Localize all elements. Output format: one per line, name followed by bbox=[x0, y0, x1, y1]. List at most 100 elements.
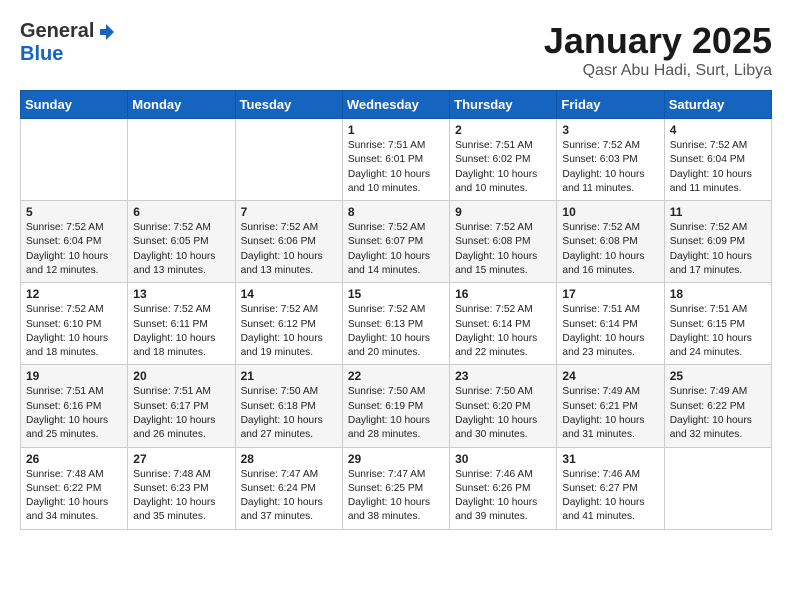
calendar-cell: 31 Sunrise: 7:46 AM Sunset: 6:27 PM Dayli… bbox=[557, 447, 664, 529]
day-info: Sunrise: 7:51 AM Sunset: 6:15 PM Dayligh… bbox=[670, 303, 766, 360]
calendar-cell: 20 Sunrise: 7:51 AM Sunset: 6:17 PM Dayli… bbox=[128, 365, 235, 447]
day-number: 7 bbox=[241, 205, 337, 219]
col-header-friday: Friday bbox=[557, 91, 664, 119]
day-info: Sunrise: 7:52 AM Sunset: 6:03 PM Dayligh… bbox=[562, 139, 658, 196]
col-header-wednesday: Wednesday bbox=[342, 91, 449, 119]
calendar-cell: 17 Sunrise: 7:51 AM Sunset: 6:14 PM Dayli… bbox=[557, 283, 664, 365]
calendar-cell: 9Sunrise: 7:52 AM Sunset: 6:08 PM Daylig… bbox=[450, 201, 557, 283]
day-info: Sunrise: 7:48 AM Sunset: 6:23 PM Dayligh… bbox=[133, 468, 229, 525]
day-info: Sunrise: 7:52 AM Sunset: 6:06 PM Dayligh… bbox=[241, 221, 337, 278]
day-info: Sunrise: 7:52 AM Sunset: 6:13 PM Dayligh… bbox=[348, 303, 444, 360]
day-number: 12 bbox=[26, 287, 122, 301]
day-info: Sunrise: 7:46 AM Sunset: 6:27 PM Dayligh… bbox=[562, 468, 658, 525]
day-info: Sunrise: 7:51 AM Sunset: 6:14 PM Dayligh… bbox=[562, 303, 658, 360]
day-info: Sunrise: 7:50 AM Sunset: 6:19 PM Dayligh… bbox=[348, 385, 444, 442]
location-subtitle: Qasr Abu Hadi, Surt, Libya bbox=[544, 62, 772, 80]
day-info: Sunrise: 7:52 AM Sunset: 6:07 PM Dayligh… bbox=[348, 221, 444, 278]
day-number: 13 bbox=[133, 287, 229, 301]
col-header-saturday: Saturday bbox=[664, 91, 771, 119]
calendar-week-1: 1 Sunrise: 7:51 AM Sunset: 6:01 PM Daylig… bbox=[21, 119, 772, 201]
day-number: 11 bbox=[670, 205, 766, 219]
day-number: 17 bbox=[562, 287, 658, 301]
day-number: 31 bbox=[562, 452, 658, 466]
day-number: 5 bbox=[26, 205, 122, 219]
day-info: Sunrise: 7:52 AM Sunset: 6:09 PM Dayligh… bbox=[670, 221, 766, 278]
calendar-week-5: 26Sunrise: 7:48 AM Sunset: 6:22 PM Dayli… bbox=[21, 447, 772, 529]
calendar-cell: 24 Sunrise: 7:49 AM Sunset: 6:21 PM Dayli… bbox=[557, 365, 664, 447]
calendar-cell: 28Sunrise: 7:47 AM Sunset: 6:24 PM Dayli… bbox=[235, 447, 342, 529]
day-number: 3 bbox=[562, 123, 658, 137]
day-info: Sunrise: 7:52 AM Sunset: 6:08 PM Dayligh… bbox=[562, 221, 658, 278]
calendar-cell: 1 Sunrise: 7:51 AM Sunset: 6:01 PM Daylig… bbox=[342, 119, 449, 201]
day-number: 25 bbox=[670, 369, 766, 383]
day-info: Sunrise: 7:49 AM Sunset: 6:22 PM Dayligh… bbox=[670, 385, 766, 442]
calendar-cell: 2Sunrise: 7:51 AM Sunset: 6:02 PM Daylig… bbox=[450, 119, 557, 201]
day-number: 10 bbox=[562, 205, 658, 219]
day-info: Sunrise: 7:51 AM Sunset: 6:16 PM Dayligh… bbox=[26, 385, 122, 442]
day-number: 22 bbox=[348, 369, 444, 383]
day-info: Sunrise: 7:52 AM Sunset: 6:04 PM Dayligh… bbox=[670, 139, 766, 196]
day-info: Sunrise: 7:49 AM Sunset: 6:21 PM Dayligh… bbox=[562, 385, 658, 442]
day-number: 1 bbox=[348, 123, 444, 137]
calendar-cell: 22 Sunrise: 7:50 AM Sunset: 6:19 PM Dayli… bbox=[342, 365, 449, 447]
calendar-cell: 16Sunrise: 7:52 AM Sunset: 6:14 PM Dayli… bbox=[450, 283, 557, 365]
calendar-cell: 21Sunrise: 7:50 AM Sunset: 6:18 PM Dayli… bbox=[235, 365, 342, 447]
day-info: Sunrise: 7:51 AM Sunset: 6:17 PM Dayligh… bbox=[133, 385, 229, 442]
day-info: Sunrise: 7:52 AM Sunset: 6:11 PM Dayligh… bbox=[133, 303, 229, 360]
col-header-thursday: Thursday bbox=[450, 91, 557, 119]
day-number: 6 bbox=[133, 205, 229, 219]
logo-icon bbox=[96, 22, 116, 42]
day-number: 9 bbox=[455, 205, 551, 219]
calendar-cell: 3 Sunrise: 7:52 AM Sunset: 6:03 PM Daylig… bbox=[557, 119, 664, 201]
day-number: 4 bbox=[670, 123, 766, 137]
calendar-cell: 11 Sunrise: 7:52 AM Sunset: 6:09 PM Dayli… bbox=[664, 201, 771, 283]
calendar-table: SundayMondayTuesdayWednesdayThursdayFrid… bbox=[20, 90, 772, 530]
calendar-cell: 29 Sunrise: 7:47 AM Sunset: 6:25 PM Dayli… bbox=[342, 447, 449, 529]
calendar-week-2: 5Sunrise: 7:52 AM Sunset: 6:04 PM Daylig… bbox=[21, 201, 772, 283]
day-number: 20 bbox=[133, 369, 229, 383]
day-number: 23 bbox=[455, 369, 551, 383]
calendar-cell: 5Sunrise: 7:52 AM Sunset: 6:04 PM Daylig… bbox=[21, 201, 128, 283]
day-info: Sunrise: 7:51 AM Sunset: 6:01 PM Dayligh… bbox=[348, 139, 444, 196]
calendar-week-3: 12 Sunrise: 7:52 AM Sunset: 6:10 PM Dayli… bbox=[21, 283, 772, 365]
day-number: 29 bbox=[348, 452, 444, 466]
calendar-cell: 30 Sunrise: 7:46 AM Sunset: 6:26 PM Dayli… bbox=[450, 447, 557, 529]
calendar-cell: 12 Sunrise: 7:52 AM Sunset: 6:10 PM Dayli… bbox=[21, 283, 128, 365]
calendar-cell bbox=[235, 119, 342, 201]
day-info: Sunrise: 7:52 AM Sunset: 6:14 PM Dayligh… bbox=[455, 303, 551, 360]
calendar-cell: 19 Sunrise: 7:51 AM Sunset: 6:16 PM Dayli… bbox=[21, 365, 128, 447]
day-info: Sunrise: 7:52 AM Sunset: 6:10 PM Dayligh… bbox=[26, 303, 122, 360]
calendar-cell: 13 Sunrise: 7:52 AM Sunset: 6:11 PM Dayli… bbox=[128, 283, 235, 365]
day-number: 27 bbox=[133, 452, 229, 466]
calendar-cell: 14Sunrise: 7:52 AM Sunset: 6:12 PM Dayli… bbox=[235, 283, 342, 365]
page-header: General Blue January 2025 Qasr Abu Hadi,… bbox=[20, 20, 772, 80]
calendar-cell: 4 Sunrise: 7:52 AM Sunset: 6:04 PM Daylig… bbox=[664, 119, 771, 201]
col-header-monday: Monday bbox=[128, 91, 235, 119]
calendar-cell: 27 Sunrise: 7:48 AM Sunset: 6:23 PM Dayli… bbox=[128, 447, 235, 529]
calendar-cell bbox=[21, 119, 128, 201]
calendar-cell: 25 Sunrise: 7:49 AM Sunset: 6:22 PM Dayli… bbox=[664, 365, 771, 447]
day-number: 14 bbox=[241, 287, 337, 301]
calendar-cell: 10 Sunrise: 7:52 AM Sunset: 6:08 PM Dayli… bbox=[557, 201, 664, 283]
day-info: Sunrise: 7:48 AM Sunset: 6:22 PM Dayligh… bbox=[26, 468, 122, 525]
calendar-cell: 15Sunrise: 7:52 AM Sunset: 6:13 PM Dayli… bbox=[342, 283, 449, 365]
day-number: 8 bbox=[348, 205, 444, 219]
day-info: Sunrise: 7:46 AM Sunset: 6:26 PM Dayligh… bbox=[455, 468, 551, 525]
day-info: Sunrise: 7:50 AM Sunset: 6:20 PM Dayligh… bbox=[455, 385, 551, 442]
day-info: Sunrise: 7:52 AM Sunset: 6:05 PM Dayligh… bbox=[133, 221, 229, 278]
day-number: 30 bbox=[455, 452, 551, 466]
logo-general-text: General bbox=[20, 20, 94, 43]
logo-blue-text: Blue bbox=[20, 43, 63, 66]
day-info: Sunrise: 7:47 AM Sunset: 6:25 PM Dayligh… bbox=[348, 468, 444, 525]
calendar-cell: 6 Sunrise: 7:52 AM Sunset: 6:05 PM Daylig… bbox=[128, 201, 235, 283]
calendar-cell: 8 Sunrise: 7:52 AM Sunset: 6:07 PM Daylig… bbox=[342, 201, 449, 283]
day-number: 24 bbox=[562, 369, 658, 383]
calendar-week-4: 19 Sunrise: 7:51 AM Sunset: 6:16 PM Dayli… bbox=[21, 365, 772, 447]
day-info: Sunrise: 7:50 AM Sunset: 6:18 PM Dayligh… bbox=[241, 385, 337, 442]
calendar-cell bbox=[128, 119, 235, 201]
calendar-cell bbox=[664, 447, 771, 529]
day-info: Sunrise: 7:47 AM Sunset: 6:24 PM Dayligh… bbox=[241, 468, 337, 525]
calendar-cell: 26Sunrise: 7:48 AM Sunset: 6:22 PM Dayli… bbox=[21, 447, 128, 529]
title-block: January 2025 Qasr Abu Hadi, Surt, Libya bbox=[544, 20, 772, 80]
day-number: 19 bbox=[26, 369, 122, 383]
